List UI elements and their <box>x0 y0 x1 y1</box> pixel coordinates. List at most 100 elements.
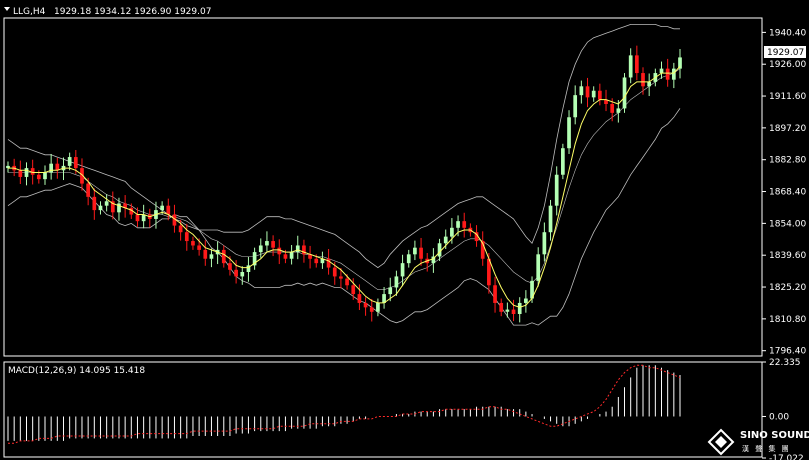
price-tick-label: 1897.20 <box>769 124 806 134</box>
candle-body <box>647 81 652 87</box>
candle-body <box>524 298 528 303</box>
logo-name: SINO SOUND <box>740 430 809 441</box>
candle-body <box>92 196 97 211</box>
candle-body <box>191 241 195 246</box>
candle-body <box>24 168 29 177</box>
candle-body <box>628 55 633 78</box>
candle-body <box>283 254 288 259</box>
price-tick-label: 1926.00 <box>769 60 806 70</box>
candle-body <box>406 254 411 264</box>
candle-body <box>73 157 78 169</box>
candle-body <box>419 247 423 259</box>
candle-body <box>511 309 516 314</box>
price-tick-label: 1911.60 <box>769 92 806 102</box>
candle-body <box>462 221 467 228</box>
candle-body <box>561 148 565 175</box>
price-tick-label: 1839.60 <box>769 251 806 261</box>
logo-sub: 漢 聲 集 團 <box>742 444 791 453</box>
candle-body <box>178 225 183 233</box>
price-tick-label: 1810.80 <box>769 315 806 325</box>
candle-body <box>271 241 275 248</box>
candle-body <box>548 205 553 233</box>
candle-body <box>573 95 578 118</box>
candle-body <box>413 247 417 255</box>
candle-body <box>221 249 226 264</box>
candle-body <box>505 309 510 312</box>
candle[interactable] <box>622 73 627 113</box>
candle-body <box>166 205 171 215</box>
candle-body <box>295 245 300 253</box>
price-chart[interactable]: 1940.40 1926.00 1911.60 1897.20 1882.80 1868.… <box>0 0 809 460</box>
candle-body <box>258 245 263 253</box>
candle-body <box>289 252 294 259</box>
chart-ohlc: 1929.18 1934.12 1926.90 1929.07 <box>54 7 211 17</box>
candle-body <box>369 307 374 312</box>
candle-body <box>376 302 380 312</box>
candle-body <box>394 276 399 288</box>
candle-body <box>517 302 522 314</box>
candle-body <box>641 73 645 87</box>
candle-body <box>86 183 90 197</box>
candle-body <box>363 302 368 308</box>
chart-background <box>0 0 809 460</box>
macd-header: MACD(12,26,9) 14.095 15.418 <box>8 366 145 376</box>
candle-body <box>104 201 109 206</box>
macd-tick-label: -17.022 <box>769 454 804 460</box>
price-tick-label: 1940.40 <box>769 28 806 38</box>
candle-body <box>277 247 282 255</box>
candle-body <box>43 172 47 180</box>
candle-body <box>616 108 621 113</box>
candle-body <box>339 276 343 279</box>
candle-body <box>437 243 442 257</box>
candle-body <box>585 86 590 98</box>
candle-body <box>665 68 670 80</box>
candle-body <box>591 90 596 98</box>
candle-body <box>443 236 448 244</box>
candle-body <box>98 205 103 211</box>
candle-body <box>388 287 393 295</box>
candle-body <box>536 254 541 281</box>
candle-body <box>67 157 72 166</box>
candle-body <box>456 221 460 228</box>
price-tick-label: 1882.80 <box>769 156 806 166</box>
candle-body <box>197 245 201 250</box>
macd-tick-label: 0.00 <box>769 412 789 422</box>
candle-body <box>184 232 189 242</box>
candle-body <box>234 269 238 277</box>
candle-body <box>622 77 627 109</box>
candle-body <box>634 55 639 74</box>
chart-symbol: LLG,H4 <box>13 7 46 17</box>
macd-tick-label: 22.335 <box>769 358 801 368</box>
candle-body <box>203 249 208 259</box>
candle-body <box>345 278 349 286</box>
candle-body <box>554 174 559 206</box>
candle-body <box>610 104 615 113</box>
candle-body <box>450 227 454 237</box>
candle-body <box>332 267 337 277</box>
current-price-label: 1929.07 <box>767 48 804 58</box>
candle-body <box>141 214 146 222</box>
candle-body <box>542 232 547 255</box>
candle-body <box>579 86 584 96</box>
candle-body <box>18 170 23 177</box>
candle-body <box>240 272 245 277</box>
candle-body <box>659 68 664 74</box>
candle-body <box>314 258 319 264</box>
candle-body <box>36 174 41 180</box>
candle-body <box>228 263 232 270</box>
candle-body <box>135 214 140 222</box>
candle-body <box>400 263 405 277</box>
candle-body <box>265 241 269 246</box>
candle-body <box>567 117 571 149</box>
candle-body <box>30 168 35 175</box>
candle-body <box>493 285 497 303</box>
candle-body <box>598 90 602 100</box>
candle-body <box>671 68 676 80</box>
candle-body <box>160 205 164 211</box>
candle-body <box>499 302 504 312</box>
candle-body <box>209 254 214 259</box>
price-tick-label: 1825.20 <box>769 283 806 293</box>
candle-body <box>351 285 356 295</box>
candle[interactable] <box>561 143 565 180</box>
price-tick-label: 1854.00 <box>769 219 806 229</box>
